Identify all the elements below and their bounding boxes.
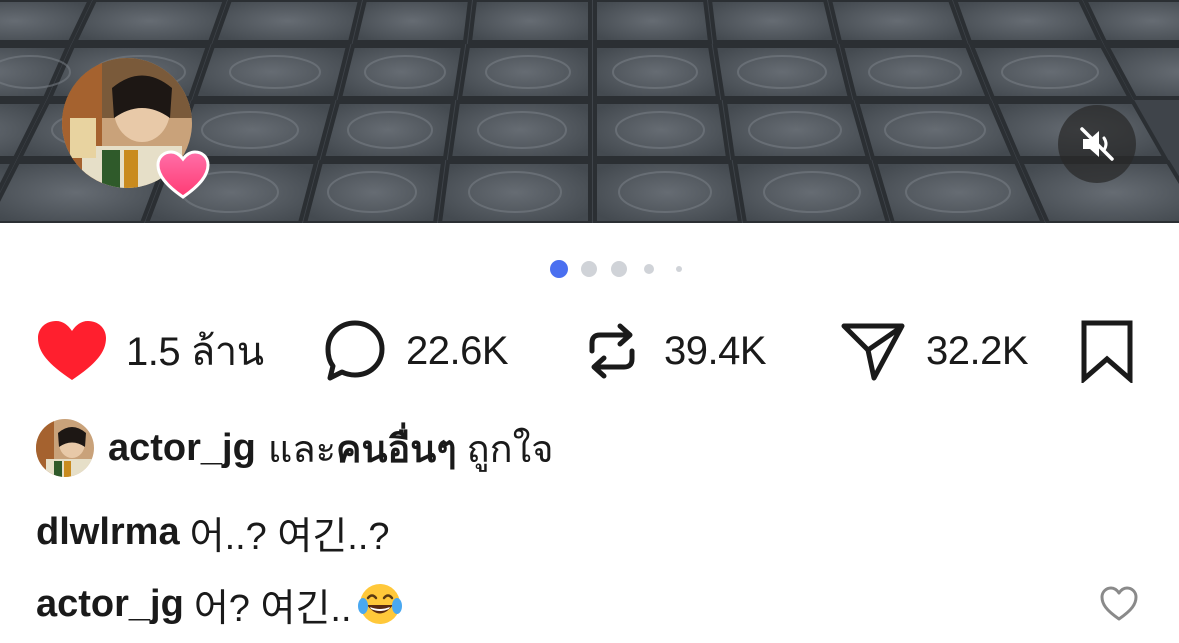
comment-like-heart-icon[interactable]: [1100, 586, 1138, 622]
like-action[interactable]: 1.5 ล้าน: [36, 318, 264, 384]
comment-item: actor_jg 어? 여긴..: [36, 576, 404, 632]
liked-by-suffix: ถูกใจ: [466, 428, 554, 471]
bookmark-icon[interactable]: [1078, 319, 1136, 383]
carousel-dot: [644, 264, 654, 274]
share-count: 32.2K: [926, 328, 1029, 373]
like-count: 1.5 ล้าน: [126, 330, 264, 374]
repost-icon[interactable]: [582, 321, 642, 381]
carousel-indicator: [0, 259, 1179, 279]
liked-by-connector: และ: [267, 428, 337, 471]
heart-filled-icon[interactable]: [36, 320, 108, 382]
comment-text: 어..? 여긴..?: [189, 515, 390, 558]
liker-username[interactable]: actor_jg: [108, 427, 256, 470]
send-icon[interactable]: [840, 320, 906, 382]
carousel-dot-active: [550, 260, 568, 278]
repost-action[interactable]: 39.4K: [582, 318, 767, 384]
author-avatar-group[interactable]: [62, 58, 210, 199]
share-action[interactable]: 32.2K: [840, 318, 1029, 384]
save-action[interactable]: [1078, 318, 1136, 384]
comment-action[interactable]: 22.6K: [322, 318, 509, 384]
comment-text: 어? 여긴..: [193, 587, 352, 630]
mute-toggle-button[interactable]: [1058, 105, 1136, 183]
carousel-dot: [676, 266, 682, 272]
post-action-bar: 1.5 ล้าน 22.6K 39.4K 32.2K: [0, 318, 1179, 384]
comment-item: dlwlrma 어..? 여긴..?: [36, 504, 390, 560]
liked-by-others-link[interactable]: คนอื่นๆ: [336, 418, 457, 479]
speech-bubble-icon[interactable]: [322, 318, 388, 384]
post-media[interactable]: [0, 0, 1179, 223]
repost-count: 39.4K: [664, 328, 767, 373]
liker-avatar[interactable]: [36, 419, 94, 477]
comment-username[interactable]: dlwlrma: [36, 511, 180, 554]
carousel-dot: [611, 261, 627, 277]
carousel-dot: [581, 261, 597, 277]
liked-by-summary[interactable]: actor_jg และ คนอื่นๆ ถูกใจ: [36, 418, 553, 478]
pink-heart-icon: [156, 150, 210, 199]
comment-username[interactable]: actor_jg: [36, 583, 184, 626]
face-with-tears-of-joy-icon: [357, 584, 402, 624]
speaker-muted-icon: [1080, 127, 1114, 161]
comment-count: 22.6K: [406, 328, 509, 373]
